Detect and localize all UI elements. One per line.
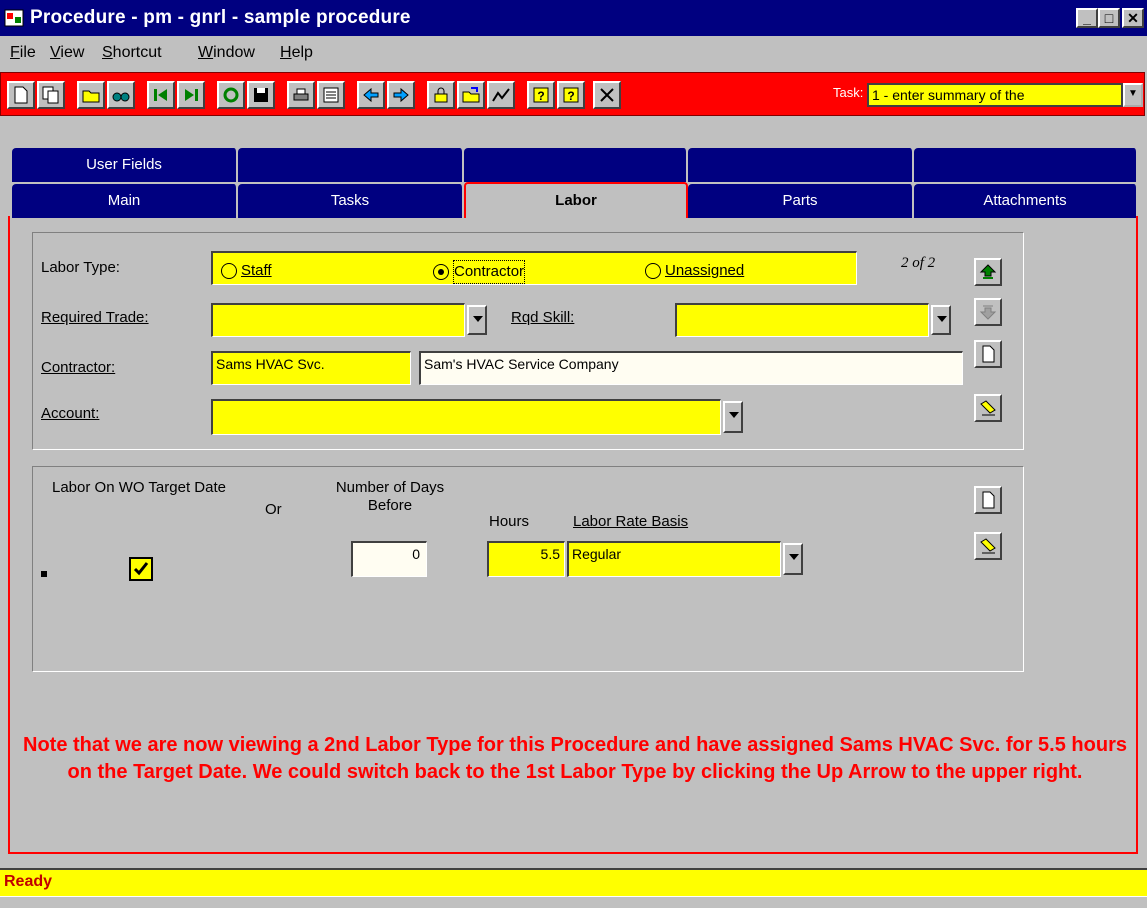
account-field[interactable] <box>211 399 721 435</box>
tab-blank-1[interactable] <box>238 148 464 182</box>
tab-user-fields[interactable]: User Fields <box>12 148 238 182</box>
previous-icon[interactable] <box>357 81 385 109</box>
new-schedule-icon[interactable] <box>974 486 1002 514</box>
days-before-field[interactable]: 0 <box>351 541 427 577</box>
labor-type-group: Labor Type: Staff Contractor Unassigned … <box>32 232 1024 450</box>
new-labor-icon[interactable] <box>974 340 1002 368</box>
tab-blank-4[interactable] <box>914 148 1138 182</box>
status-bar: Ready <box>0 868 1147 896</box>
radio-staff[interactable]: Staff <box>221 260 272 282</box>
window-bottom-border <box>0 896 1147 908</box>
row-selector[interactable] <box>41 571 47 577</box>
copy-record-icon[interactable] <box>37 81 65 109</box>
previous-labor-type-up-arrow-icon[interactable] <box>974 258 1002 286</box>
checkmark-icon <box>133 562 149 576</box>
contractor-label: Contractor: <box>41 359 116 376</box>
hours-field[interactable]: 5.5 <box>487 541 565 577</box>
tab-tasks[interactable]: Tasks <box>238 184 464 218</box>
target-date-header: Labor On WO Target Date <box>52 479 226 496</box>
close-button[interactable]: ✕ <box>1122 8 1144 28</box>
record-counter: 2 of 2 <box>901 255 936 271</box>
help-icon[interactable]: ? <box>527 81 555 109</box>
menu-window[interactable]: Window <box>198 44 255 62</box>
task-label: Task: <box>833 85 864 100</box>
tab-labor[interactable]: Labor <box>464 182 688 218</box>
instruction-note: Note that we are now viewing a 2nd Labor… <box>23 734 1127 783</box>
svg-text:?: ? <box>567 89 574 103</box>
rqd-skill-dropdown[interactable] <box>931 305 951 335</box>
maximize-button[interactable]: □ <box>1098 8 1120 28</box>
rqd-skill-label: Rqd Skill: <box>511 309 575 326</box>
hours-header: Hours <box>489 513 530 530</box>
or-label: Or <box>265 501 282 518</box>
contractor-name-field: Sam's HVAC Service Company <box>419 351 963 385</box>
menu-help[interactable]: Help <box>280 44 313 62</box>
print-preview-icon[interactable] <box>317 81 345 109</box>
open-folder-icon[interactable] <box>77 81 105 109</box>
title-bar: Procedure - pm - gnrl - sample procedure… <box>0 0 1147 36</box>
close-form-icon[interactable] <box>593 81 621 109</box>
required-trade-label: Required Trade: <box>41 309 149 326</box>
app-icon <box>4 9 24 27</box>
account-dropdown[interactable] <box>723 401 743 433</box>
lock-icon[interactable] <box>427 81 455 109</box>
task-select[interactable]: 1 - enter summary of the <box>867 83 1123 107</box>
next-labor-type-down-arrow-icon[interactable] <box>974 298 1002 326</box>
radio-contractor[interactable]: Contractor <box>433 260 526 284</box>
tab-attachments[interactable]: Attachments <box>914 184 1138 218</box>
export-folder-icon[interactable] <box>457 81 485 109</box>
tab-blank-3[interactable] <box>688 148 914 182</box>
toolbar: ? ? Task: 1 - enter summary of the ▼ <box>0 72 1145 116</box>
rate-basis-header: Labor Rate Basis <box>573 513 689 530</box>
first-record-icon[interactable] <box>147 81 175 109</box>
next-icon[interactable] <box>387 81 415 109</box>
contractor-code-field[interactable]: Sams HVAC Svc. <box>211 351 411 385</box>
tab-parts[interactable]: Parts <box>688 184 914 218</box>
status-text: Ready <box>4 873 53 890</box>
tab-blank-2[interactable] <box>464 148 688 182</box>
context-help-icon[interactable]: ? <box>557 81 585 109</box>
radio-unassigned[interactable]: Unassigned <box>645 260 744 282</box>
svg-text:?: ? <box>537 89 544 103</box>
rqd-skill-field[interactable] <box>675 303 929 337</box>
last-record-icon[interactable] <box>177 81 205 109</box>
menu-bar: File View Shortcut Window Help <box>0 36 1147 70</box>
minimize-button[interactable]: _ <box>1076 8 1098 28</box>
menu-file[interactable]: File <box>10 44 36 62</box>
save-icon[interactable] <box>247 81 275 109</box>
chart-icon[interactable] <box>487 81 515 109</box>
chevron-down-icon[interactable]: ▼ <box>1123 83 1143 107</box>
erase-schedule-icon[interactable] <box>974 532 1002 560</box>
required-trade-dropdown[interactable] <box>467 305 487 335</box>
new-record-icon[interactable] <box>7 81 35 109</box>
schedule-group: Labor On WO Target Date Or Number of Day… <box>32 466 1024 672</box>
account-label: Account: <box>41 405 100 422</box>
rate-basis-dropdown[interactable] <box>783 543 803 575</box>
tab-main[interactable]: Main <box>12 184 238 218</box>
menu-view[interactable]: View <box>50 44 84 62</box>
window-title: Procedure - pm - gnrl - sample procedure <box>30 7 411 28</box>
erase-labor-icon[interactable] <box>974 394 1002 422</box>
rate-basis-field[interactable]: Regular <box>567 541 781 577</box>
print-icon[interactable] <box>287 81 315 109</box>
labor-type-radio-group: Staff Contractor Unassigned <box>211 251 857 285</box>
refresh-icon[interactable] <box>217 81 245 109</box>
required-trade-field[interactable] <box>211 303 465 337</box>
days-before-header: Number of Days Before <box>335 479 445 514</box>
target-date-checkbox[interactable] <box>129 557 153 581</box>
menu-shortcut[interactable]: Shortcut <box>102 44 162 62</box>
labor-type-label: Labor Type: <box>41 259 120 276</box>
binoculars-icon[interactable] <box>107 81 135 109</box>
